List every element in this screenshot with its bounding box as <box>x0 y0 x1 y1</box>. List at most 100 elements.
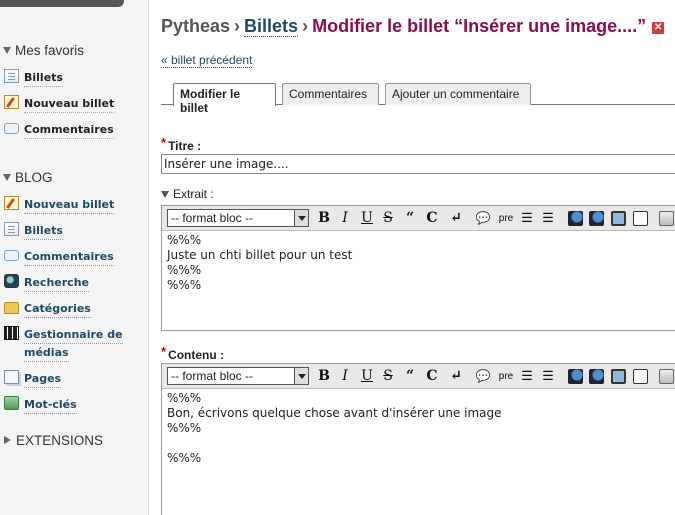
delete-icon[interactable]: ✕ <box>652 22 665 34</box>
edit-icon <box>4 95 19 109</box>
link-icon[interactable] <box>568 369 583 384</box>
tab-modifier-billet[interactable]: Modifier le billet <box>173 83 276 115</box>
document-icon <box>4 69 19 83</box>
sidebar-item-commentaires[interactable]: Commentaires <box>4 248 114 266</box>
sidebar-fav-billets-link[interactable]: Billets <box>24 69 63 87</box>
bold-button[interactable]: B <box>317 210 331 227</box>
film-icon <box>4 326 19 340</box>
ordered-list-icon[interactable]: ☰ <box>540 368 556 385</box>
content-label: * Contenu : <box>161 344 225 362</box>
strike-button[interactable]: S <box>382 210 394 227</box>
link-icon[interactable] <box>568 211 583 226</box>
required-mark: * <box>161 135 167 150</box>
search-icon <box>4 274 19 288</box>
previous-post-link[interactable]: « billet précédent <box>161 53 253 68</box>
title-label: * Titre : <box>161 135 202 153</box>
chevron-down-icon <box>294 368 308 384</box>
quote-button[interactable]: “ <box>403 368 417 385</box>
main-content: Pytheas › Billets › Modifier le billet “Insé… <box>161 0 675 515</box>
tag-icon <box>4 396 19 410</box>
image-icon[interactable] <box>611 211 626 226</box>
extensions-section-header[interactable]: EXTENSIONS <box>0 431 103 449</box>
attachment-icon[interactable] <box>659 211 674 226</box>
format-block-select[interactable]: -- format bloc -- <box>167 209 309 227</box>
sidebar-item-recherche[interactable]: Recherche <box>4 274 89 292</box>
content-editor: -- format bloc -- B I U S “ C ↵ 💬 pre ☰ … <box>161 363 675 515</box>
comment-bubble-icon[interactable]: 💬 <box>475 210 491 227</box>
extensions-title: EXTENSIONS <box>16 432 104 448</box>
tab-ajouter-commentaire[interactable]: Ajouter un commentaire <box>385 83 531 105</box>
excerpt-label[interactable]: Extrait : <box>161 187 214 201</box>
blog-title: BLOG <box>15 169 53 185</box>
sidebar-fav-commentaires[interactable]: Commentaires <box>4 121 114 139</box>
excerpt-textarea[interactable]: %%% Juste un chti billet pour un test %%… <box>162 231 675 295</box>
sidebar-item-medias[interactable]: Gestionnaire de médias <box>4 326 123 362</box>
breadcrumb-billets-link[interactable]: Billets <box>244 16 299 37</box>
sidebar-item-pages-link[interactable]: Pages <box>24 370 62 388</box>
pages-icon <box>4 370 19 384</box>
sidebar-fav-commentaires-link[interactable]: Commentaires <box>24 121 114 139</box>
tab-bar: Modifier le billet Commentaires Ajouter … <box>161 82 675 115</box>
edit-icon <box>4 196 19 210</box>
favorites-section-header[interactable]: Mes favoris <box>0 41 84 59</box>
sidebar-item-billets[interactable]: Billets <box>4 222 63 240</box>
sidebar-item-categories-link[interactable]: Catégories <box>24 300 91 318</box>
pre-button[interactable]: pre <box>496 368 516 385</box>
external-link-icon[interactable] <box>589 211 604 226</box>
comment-icon <box>4 250 19 261</box>
strike-button[interactable]: S <box>382 368 394 385</box>
sidebar-fav-nouveau-billet-link[interactable]: Nouveau billet <box>24 95 115 113</box>
unordered-list-icon[interactable]: ☰ <box>519 210 535 227</box>
sidebar-item-pages[interactable]: Pages <box>4 370 62 388</box>
media-icon[interactable] <box>633 211 648 226</box>
sidebar-item-commentaires-link[interactable]: Commentaires <box>24 248 114 266</box>
content-textarea[interactable]: %%% Bon, écrivons quelque chose avant d'… <box>162 389 675 468</box>
quote-button[interactable]: “ <box>403 210 417 227</box>
line-break-button[interactable]: ↵ <box>449 368 463 385</box>
sidebar-item-nouveau-billet-link[interactable]: Nouveau billet <box>24 196 115 214</box>
comment-icon <box>4 123 19 134</box>
tab-commentaires[interactable]: Commentaires <box>282 83 379 105</box>
breadcrumb-separator: › <box>302 16 309 36</box>
blog-section-header[interactable]: BLOG <box>0 168 53 186</box>
format-block-select[interactable]: -- format bloc -- <box>167 367 309 385</box>
italic-button[interactable]: I <box>339 368 351 385</box>
breadcrumb: Pytheas › Billets › Modifier le billet “Insé… <box>161 16 665 37</box>
media-icon[interactable] <box>633 369 648 384</box>
required-mark: * <box>161 344 167 359</box>
sidebar-fav-nouveau-billet[interactable]: Nouveau billet <box>4 95 115 113</box>
collapse-triangle-icon <box>3 46 11 54</box>
sidebar-fav-billets[interactable]: Billets <box>4 69 63 87</box>
excerpt-toolbar: -- format bloc -- B I U S “ C ↵ 💬 pre ☰ … <box>162 206 675 231</box>
folder-icon <box>4 302 19 314</box>
code-button[interactable]: C <box>425 210 439 227</box>
collapse-triangle-icon <box>3 173 11 181</box>
attachment-icon[interactable] <box>659 369 674 384</box>
expand-triangle-icon <box>4 436 11 444</box>
sidebar-item-mot-cles-link[interactable]: Mot-clés <box>24 396 77 414</box>
unordered-list-icon[interactable]: ☰ <box>519 368 535 385</box>
sidebar-item-categories[interactable]: Catégories <box>4 300 91 318</box>
line-break-button[interactable]: ↵ <box>449 210 463 227</box>
sidebar: Mes favoris Billets Nouveau billet Comme… <box>0 0 149 515</box>
ordered-list-icon[interactable]: ☰ <box>540 210 556 227</box>
sidebar-item-medias-link-line1[interactable]: Gestionnaire de <box>24 326 123 344</box>
sidebar-item-mot-cles[interactable]: Mot-clés <box>4 396 77 414</box>
favorites-title: Mes favoris <box>15 42 85 58</box>
underline-button[interactable]: U <box>360 210 374 227</box>
image-icon[interactable] <box>611 369 626 384</box>
title-input[interactable] <box>161 154 675 174</box>
bold-button[interactable]: B <box>317 368 331 385</box>
pre-button[interactable]: pre <box>496 210 516 227</box>
collapse-triangle-icon <box>161 191 169 198</box>
code-button[interactable]: C <box>425 368 439 385</box>
sidebar-item-nouveau-billet[interactable]: Nouveau billet <box>4 196 115 214</box>
page-title: Modifier le billet “Insérer une image...… <box>312 16 647 36</box>
external-link-icon[interactable] <box>589 369 604 384</box>
underline-button[interactable]: U <box>360 368 374 385</box>
sidebar-item-recherche-link[interactable]: Recherche <box>24 274 89 292</box>
sidebar-item-billets-link[interactable]: Billets <box>24 222 63 240</box>
italic-button[interactable]: I <box>339 210 351 227</box>
comment-bubble-icon[interactable]: 💬 <box>475 368 491 385</box>
sidebar-item-medias-link-line2[interactable]: médias <box>24 344 69 362</box>
